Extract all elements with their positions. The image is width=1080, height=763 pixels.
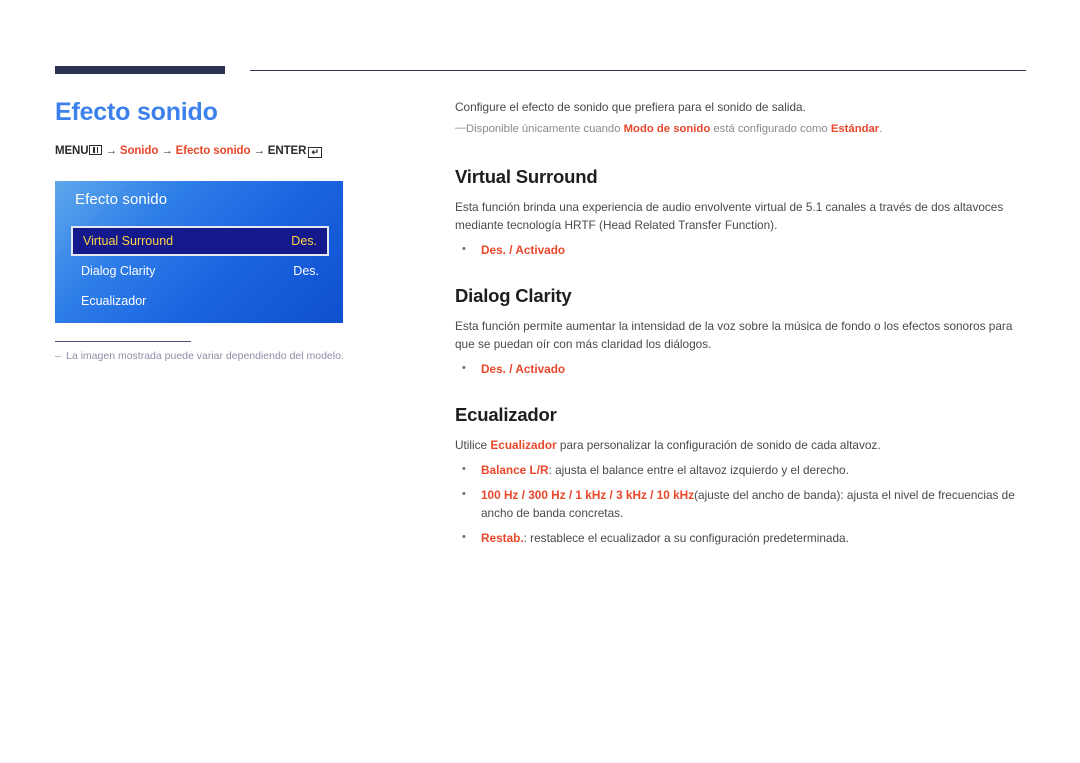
section-heading-dialog-clarity: Dialog Clarity <box>455 285 572 306</box>
bullet-bold-text: 100 Hz / 300 Hz / 1 kHz / 3 kHz / 10 kHz <box>481 488 695 502</box>
list-item: 100 Hz / 300 Hz / 1 kHz / 3 kHz / 10 kHz… <box>455 485 1027 522</box>
osd-menu-item-label: Virtual Surround <box>83 234 174 248</box>
right-column: Configure el efecto de sonido que prefie… <box>455 98 1027 547</box>
breadcrumb-menu-label: MENU <box>55 145 89 157</box>
breadcrumb-item-sonido[interactable]: Sonido <box>120 145 158 157</box>
breadcrumb-arrow-2: → <box>161 145 173 157</box>
note-bold-modo-de-sonido: Modo de sonido <box>623 123 711 135</box>
osd-menu-item-virtual-surround[interactable]: Virtual Surround Des. <box>71 226 329 256</box>
osd-menu-item-ecualizador[interactable]: Ecualizador <box>71 286 329 316</box>
section-bullets-dialog-clarity: Des. / Activado <box>455 359 1027 378</box>
osd-panel-title: Efecto sonido <box>75 191 168 208</box>
note-bold-estandar: Estándar <box>830 123 880 135</box>
list-item: Des. / Activado <box>455 359 1027 378</box>
note-part-3: . <box>879 123 883 135</box>
header-rule-thick <box>55 66 225 74</box>
bullet-bold-text: Des. / Activado <box>481 243 566 257</box>
list-item: Balance L/R: ajusta el balance entre el … <box>455 460 1027 479</box>
osd-menu-item-dialog-clarity[interactable]: Dialog Clarity Des. <box>71 256 329 286</box>
image-caption: – La imagen mostrada puede variar dependi… <box>55 350 415 362</box>
body-post: para personalizar la configuración de so… <box>556 438 881 452</box>
list-item: Restab.: restablece el ecualizador a su … <box>455 528 1027 547</box>
note-part-2: está configurado como <box>710 123 831 135</box>
bullet-rest-text: : restablece el ecualizador a su configu… <box>523 531 849 545</box>
availability-note: — Disponible únicamente cuando Modo de so… <box>455 121 1027 138</box>
list-item: Des. / Activado <box>455 240 1027 259</box>
note-part-1: Disponible únicamente cuando <box>466 123 624 135</box>
intro-text: Configure el efecto de sonido que prefie… <box>455 100 806 114</box>
section-bullets-virtual-surround: Des. / Activado <box>455 240 1027 259</box>
section-body-ecualizador: Utilice Ecualizador para personalizar la… <box>455 436 1027 454</box>
caption-rule <box>55 341 191 342</box>
body-bold-ecualizador: Ecualizador <box>490 438 557 452</box>
bullet-bold-text: Restab. <box>481 531 524 545</box>
caption-text: La imagen mostrada puede variar dependie… <box>66 350 344 362</box>
left-column: Efecto sonido MENU → Sonido → Efecto sonido →… <box>55 96 415 158</box>
osd-menu-list: Virtual Surround Des. Dialog Clarity Des… <box>71 226 329 316</box>
osd-menu-item-label: Dialog Clarity <box>81 264 156 278</box>
section-body-virtual-surround: Esta función brinda una experiencia de a… <box>455 200 1004 232</box>
breadcrumb: MENU → Sonido → Efecto sonido → ENTER ↵ <box>55 145 415 158</box>
note-dash: — <box>455 122 467 134</box>
section-bullets-ecualizador: Balance L/R: ajusta el balance entre el … <box>455 460 1027 547</box>
breadcrumb-arrow-3: → <box>253 145 265 157</box>
caption-dash: – <box>55 350 61 362</box>
section-heading-ecualizador: Ecualizador <box>455 404 557 425</box>
menu-grid-icon <box>89 145 103 155</box>
breadcrumb-arrow-1: → <box>105 145 117 157</box>
osd-menu-item-value: Des. <box>293 264 319 278</box>
section-heading-virtual-surround: Virtual Surround <box>455 166 598 187</box>
breadcrumb-item-efecto-sonido[interactable]: Efecto sonido <box>176 145 251 157</box>
enter-key-icon: ↵ <box>308 147 323 158</box>
bullet-bold-text: Balance L/R <box>481 463 549 477</box>
bullet-bold-text: Des. / Activado <box>481 362 566 376</box>
osd-panel: Efecto sonido Virtual Surround Des. Dial… <box>55 181 343 323</box>
osd-menu-item-label: Ecualizador <box>81 294 147 308</box>
breadcrumb-enter-label: ENTER <box>267 145 307 157</box>
page-title: Efecto sonido <box>55 98 218 126</box>
osd-menu-item-value: Des. <box>291 234 317 248</box>
bullet-rest-text: : ajusta el balance entre el altavoz izq… <box>548 463 849 477</box>
section-body-dialog-clarity: Esta función permite aumentar la intensi… <box>455 319 1013 351</box>
header-rule-thin <box>250 70 1026 71</box>
body-pre: Utilice <box>455 438 491 452</box>
